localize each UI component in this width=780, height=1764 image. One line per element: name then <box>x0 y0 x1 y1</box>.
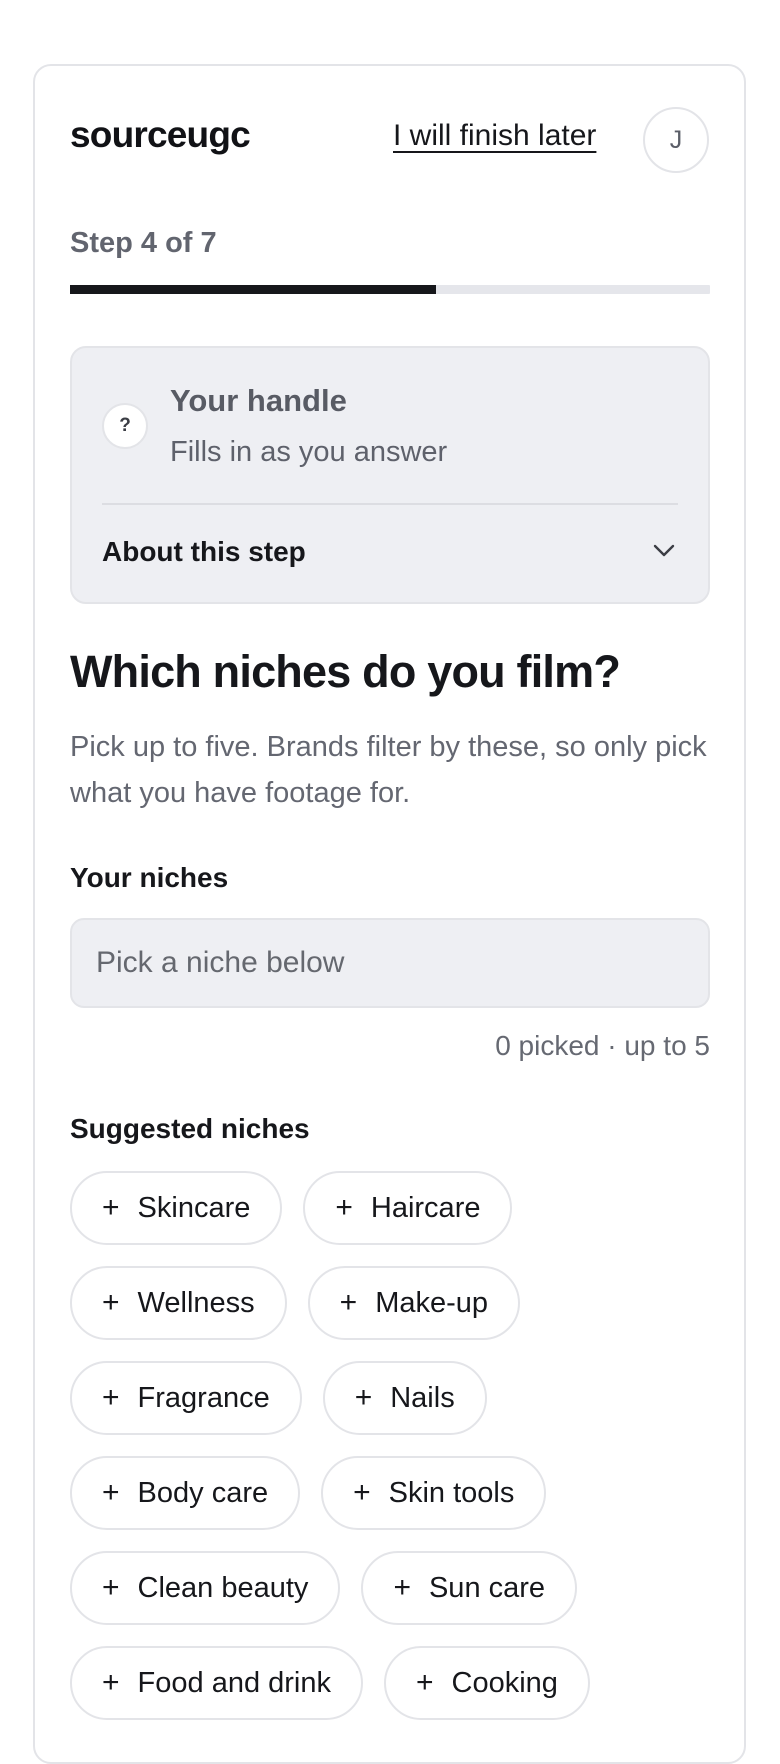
niche-chip-label: Nails <box>390 1381 455 1414</box>
niche-chip[interactable]: + Skin tools <box>321 1456 547 1530</box>
niches-input[interactable] <box>70 918 710 1008</box>
niche-chip[interactable]: + Fragrance <box>70 1361 302 1435</box>
question-mark-icon: ? <box>102 403 148 449</box>
progress-bar-fill <box>70 285 436 294</box>
niches-count-note: 0 picked · up to 5 <box>495 1030 710 1061</box>
page-title: Which niches do you film? <box>70 646 621 697</box>
niche-chip[interactable]: + Cooking <box>384 1646 590 1720</box>
niche-chip-label: Food and drink <box>137 1666 331 1699</box>
niche-chip-label: Skincare <box>137 1191 251 1224</box>
chevron-down-icon <box>653 544 675 557</box>
plus-icon: + <box>353 1476 371 1509</box>
plus-icon: + <box>335 1191 353 1224</box>
plus-icon: + <box>102 1666 120 1699</box>
niche-chip[interactable]: + Sun care <box>361 1551 578 1625</box>
plus-icon: + <box>339 1286 358 1319</box>
niche-chip-label: Body care <box>137 1476 269 1509</box>
niche-chip[interactable]: + Food and drink <box>70 1646 363 1720</box>
about-this-step-toggle[interactable]: About this step <box>72 505 708 604</box>
progress-bar <box>70 285 710 294</box>
plus-icon: + <box>354 1381 373 1414</box>
suggested-niches-label: Suggested niches <box>70 1113 310 1144</box>
plus-icon: + <box>102 1191 120 1224</box>
niches-field-label: Your niches <box>70 862 229 893</box>
plus-icon: + <box>102 1286 120 1319</box>
niche-chip[interactable]: + Skincare <box>70 1171 283 1245</box>
niche-chip[interactable]: + Haircare <box>303 1171 513 1245</box>
step-indicator: Step 4 of 7 <box>70 227 217 259</box>
niche-chip-label: Fragrance <box>137 1381 270 1414</box>
plus-icon: + <box>416 1666 434 1699</box>
niche-chip[interactable]: + Clean beauty <box>70 1551 341 1625</box>
handle-preview-panel: ? Your handle Fills in as you answer Abo… <box>70 346 710 604</box>
suggested-niches-list: + Skincare + Haircare + Wellness + Make-up + Frag… <box>70 1171 720 1720</box>
about-this-step-label: About this step <box>102 536 306 567</box>
niche-chip-label: Cooking <box>451 1666 558 1699</box>
plus-icon: + <box>102 1381 120 1414</box>
page-description: Pick up to five. Brands filter by these,… <box>70 731 707 809</box>
handle-subtitle: Fills in as you answer <box>170 436 448 468</box>
niche-chip-label: Make-up <box>375 1286 489 1319</box>
handle-title: Your handle <box>170 383 347 418</box>
avatar[interactable]: J <box>643 107 709 173</box>
brand-logo: sourceugc <box>70 114 251 155</box>
niche-chip-label: Clean beauty <box>137 1571 309 1604</box>
niche-chip-label: Sun care <box>428 1571 546 1604</box>
niche-chip[interactable]: + Nails <box>322 1361 487 1435</box>
niche-chip[interactable]: + Make-up <box>307 1266 521 1340</box>
plus-icon: + <box>102 1571 120 1604</box>
niche-chip-label: Haircare <box>370 1191 481 1224</box>
plus-icon: + <box>393 1571 411 1604</box>
niche-chip-label: Skin tools <box>388 1476 515 1509</box>
niche-chip[interactable]: + Body care <box>70 1456 301 1530</box>
finish-later-link[interactable]: I will finish later <box>393 119 596 153</box>
niche-chip-label: Wellness <box>137 1286 255 1319</box>
plus-icon: + <box>102 1476 120 1509</box>
niche-chip[interactable]: + Wellness <box>70 1266 287 1340</box>
